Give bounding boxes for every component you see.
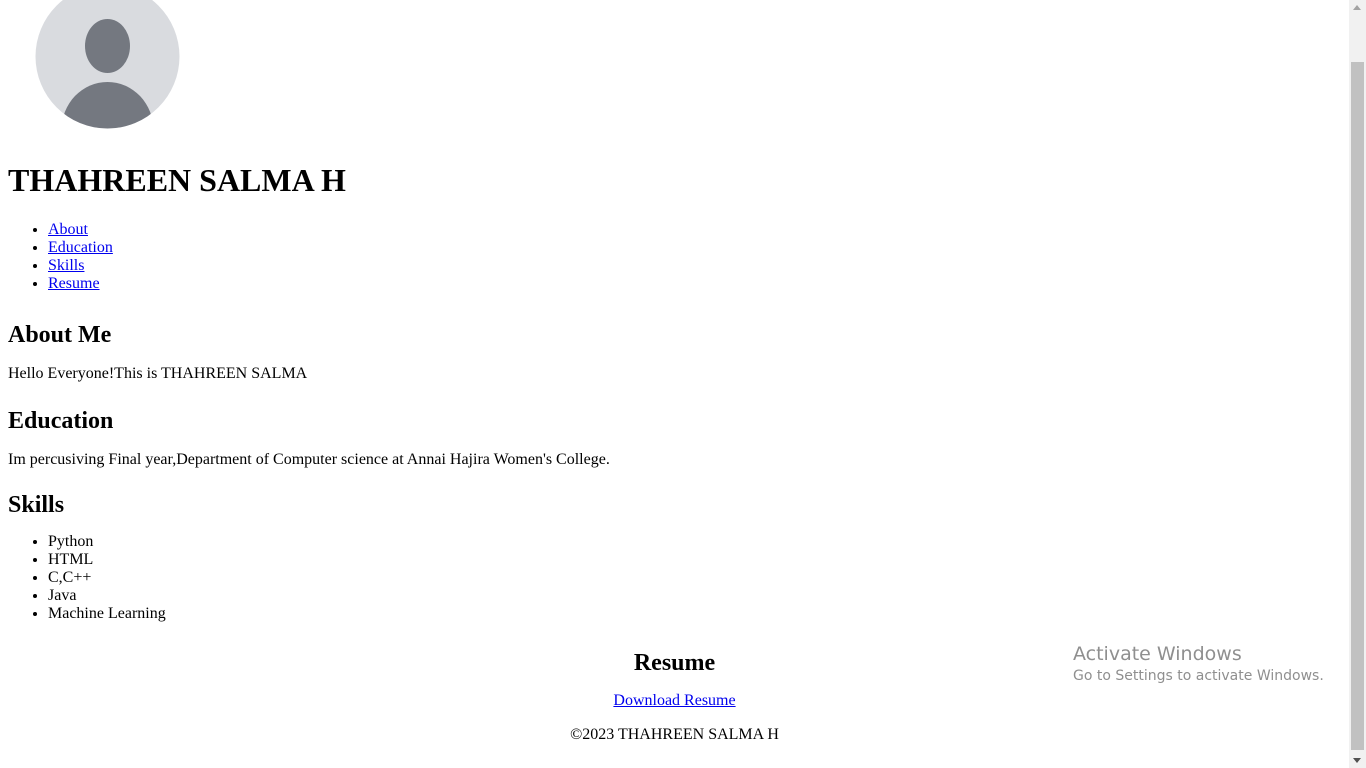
- nav-link-resume[interactable]: Resume: [48, 275, 100, 292]
- skill-item-c-cpp: C,C++: [48, 569, 1341, 587]
- education-section: Education Im percusiving Final year,Depa…: [8, 407, 1341, 469]
- education-text: Im percusiving Final year,Department of …: [8, 451, 610, 468]
- skill-item-python: Python: [48, 533, 1341, 551]
- site-footer: ©2023 THAHREEN SALMA H: [0, 726, 1349, 744]
- about-heading: About Me: [8, 322, 112, 348]
- main-content: About Me Hello Everyone!This is THAHREEN…: [8, 321, 1341, 710]
- resume-link-wrap: Download Resume: [8, 692, 1341, 710]
- avatar-placeholder-icon: [35, 0, 180, 129]
- page-content: THAHREEN SALMA H About Education Skills …: [0, 0, 1349, 744]
- page-title: THAHREEN SALMA H: [8, 162, 346, 198]
- vertical-scrollbar[interactable]: [1349, 0, 1366, 768]
- nav-item-about: About: [48, 221, 1341, 239]
- skills-list: Python HTML C,C++ Java Machine Learning: [8, 533, 1341, 623]
- nav-link-education[interactable]: Education: [48, 239, 113, 256]
- nav-item-skills: Skills: [48, 257, 1341, 275]
- nav-item-education: Education: [48, 239, 1341, 257]
- scrollbar-thumb[interactable]: [1351, 62, 1364, 750]
- skill-item-java: Java: [48, 587, 1341, 605]
- nav-link-skills[interactable]: Skills: [48, 257, 84, 274]
- main-nav: About Education Skills Resume: [8, 221, 1341, 293]
- skills-heading: Skills: [8, 492, 65, 518]
- download-resume-link[interactable]: Download Resume: [613, 692, 735, 709]
- copyright-text: ©2023 THAHREEN SALMA H: [570, 726, 779, 743]
- page-viewport: THAHREEN SALMA H About Education Skills …: [0, 0, 1349, 768]
- scroll-up-arrow-icon[interactable]: [1353, 5, 1361, 10]
- nav-link-about[interactable]: About: [48, 221, 88, 238]
- nav-list: About Education Skills Resume: [8, 221, 1341, 293]
- nav-item-resume: Resume: [48, 275, 1341, 293]
- resume-section: Resume Download Resume: [8, 649, 1341, 710]
- skill-item-html: HTML: [48, 551, 1341, 569]
- site-header: THAHREEN SALMA H About Education Skills …: [8, 0, 1341, 293]
- resume-heading: Resume: [633, 650, 716, 676]
- avatar-container: [8, 0, 1341, 129]
- about-section: About Me Hello Everyone!This is THAHREEN…: [8, 321, 1341, 383]
- skills-section: Skills Python HTML C,C++ Java Machine Le…: [8, 491, 1341, 623]
- education-heading: Education: [8, 408, 114, 434]
- about-text: Hello Everyone!This is THAHREEN SALMA: [8, 365, 308, 382]
- skill-item-machine-learning: Machine Learning: [48, 605, 1341, 623]
- scroll-down-arrow-icon[interactable]: [1353, 758, 1361, 763]
